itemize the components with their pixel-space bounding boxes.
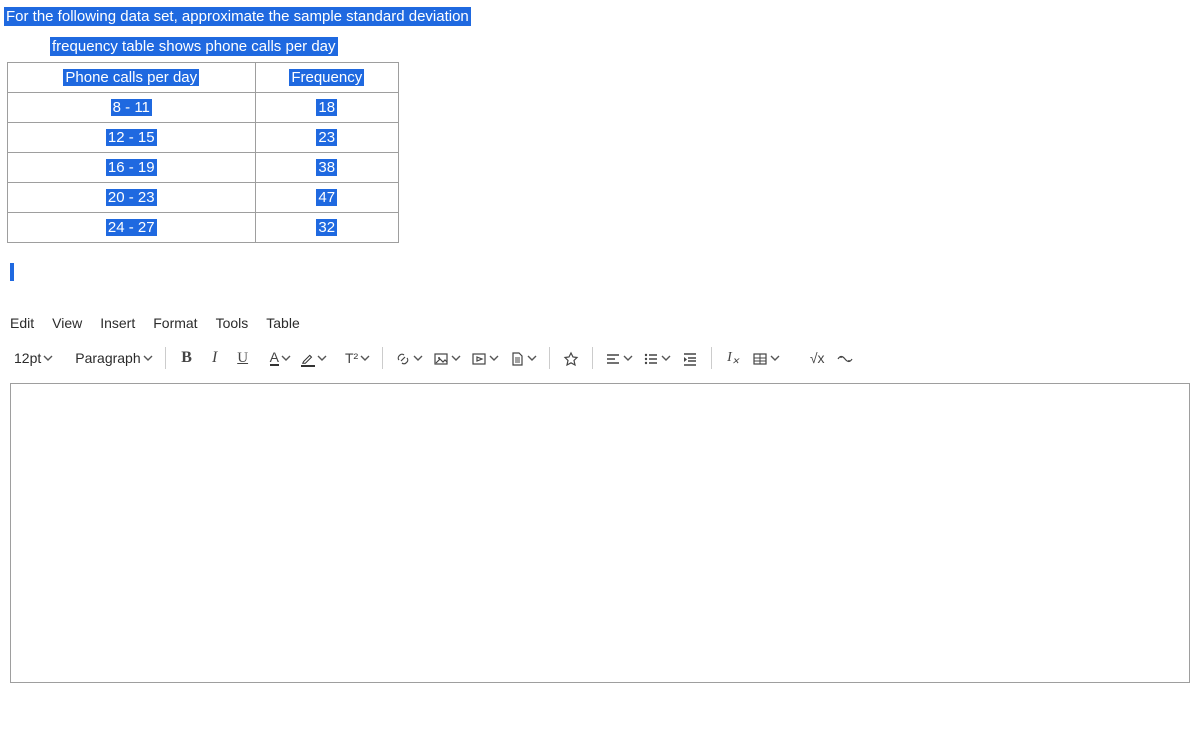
table-header-right: Frequency <box>255 63 398 93</box>
document-button[interactable] <box>505 344 541 372</box>
highlight-color-button[interactable] <box>297 344 331 372</box>
text-color-button[interactable]: A <box>266 344 295 372</box>
question-title-text: For the following data set, approximate … <box>4 7 471 26</box>
menu-view[interactable]: View <box>52 315 82 331</box>
chevron-down-icon <box>43 353 53 363</box>
editor-textarea[interactable] <box>10 383 1190 683</box>
image-icon <box>433 349 449 366</box>
bullet-list-button[interactable] <box>639 344 675 372</box>
bold-button[interactable]: B <box>174 344 200 372</box>
link-icon <box>395 349 411 366</box>
table-button[interactable] <box>748 344 784 372</box>
toolbar-separator <box>592 347 593 369</box>
bullet-list-icon <box>643 349 659 366</box>
menu-format[interactable]: Format <box>153 315 197 331</box>
text-cursor <box>10 263 14 281</box>
clear-format-icon: I✕ <box>727 350 739 366</box>
superscript-button[interactable]: T² <box>341 344 374 372</box>
chevron-down-icon <box>281 353 291 363</box>
table-icon <box>752 349 768 366</box>
indent-button[interactable] <box>677 344 703 372</box>
star-icon <box>563 349 579 366</box>
menu-tools[interactable]: Tools <box>216 315 249 331</box>
clear-format-button[interactable]: I✕ <box>720 344 746 372</box>
media-button[interactable] <box>467 344 503 372</box>
chevron-down-icon <box>527 353 537 363</box>
font-size-select[interactable]: 12pt <box>10 344 57 372</box>
indent-icon <box>682 349 698 366</box>
link-button[interactable] <box>391 344 427 372</box>
chevron-down-icon <box>143 353 153 363</box>
document-icon <box>509 349 525 366</box>
editor-menubar: Edit View Insert Format Tools Table <box>0 313 1200 339</box>
star-button[interactable] <box>558 344 584 372</box>
chevron-down-icon <box>451 353 461 363</box>
menu-table[interactable]: Table <box>266 315 299 331</box>
menu-edit[interactable]: Edit <box>10 315 34 331</box>
chevron-down-icon <box>770 353 780 363</box>
align-icon <box>605 349 621 366</box>
table-row: 20 - 23 47 <box>8 183 399 213</box>
menu-insert[interactable]: Insert <box>100 315 135 331</box>
paragraph-select[interactable]: Paragraph <box>71 344 156 372</box>
highlighter-icon <box>301 349 315 366</box>
embed-icon <box>836 350 854 366</box>
media-icon <box>471 349 487 366</box>
embed-button[interactable] <box>832 344 858 372</box>
image-button[interactable] <box>429 344 465 372</box>
toolbar-separator <box>549 347 550 369</box>
math-button[interactable]: √x <box>804 344 830 372</box>
toolbar-separator <box>382 347 383 369</box>
align-button[interactable] <box>601 344 637 372</box>
chevron-down-icon <box>413 353 423 363</box>
toolbar-separator <box>165 347 166 369</box>
math-icon: √x <box>810 350 825 366</box>
underline-button[interactable]: U <box>230 344 256 372</box>
chevron-down-icon <box>489 353 499 363</box>
chevron-down-icon <box>661 353 671 363</box>
chevron-down-icon <box>623 353 633 363</box>
table-row: 8 - 11 18 <box>8 93 399 123</box>
toolbar-separator <box>711 347 712 369</box>
editor-toolbar: 12pt Paragraph B I U A T² <box>0 339 1200 377</box>
chevron-down-icon <box>360 353 370 363</box>
question-subtitle-text: frequency table shows phone calls per da… <box>50 37 338 56</box>
table-header-left: Phone calls per day <box>8 63 256 93</box>
table-row: 24 - 27 32 <box>8 213 399 243</box>
italic-button[interactable]: I <box>202 344 228 372</box>
chevron-down-icon <box>317 353 327 363</box>
table-row: 16 - 19 38 <box>8 153 399 183</box>
table-row: 12 - 15 23 <box>8 123 399 153</box>
frequency-table: Phone calls per day Frequency 8 - 11 18 … <box>7 62 399 243</box>
question-content: For the following data set, approximate … <box>0 0 1200 313</box>
